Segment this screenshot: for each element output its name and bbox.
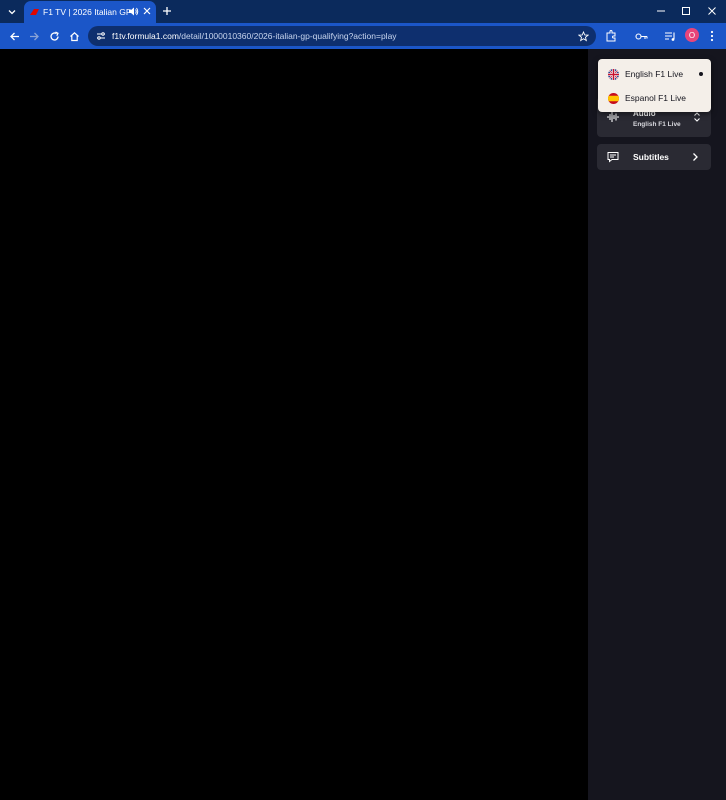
audio-option-english[interactable]: English F1 Live [598, 62, 711, 86]
forward-icon[interactable] [25, 27, 43, 45]
video-player[interactable] [0, 49, 588, 800]
active-tab[interactable]: F1 TV | 2026 Italian GP - Qualifying [24, 1, 156, 23]
uk-flag-icon [608, 68, 619, 80]
tab-search-icon[interactable] [3, 3, 21, 21]
subtitles-setting-button[interactable]: Subtitles [597, 144, 711, 170]
audio-waveform-icon [607, 112, 619, 122]
reload-icon[interactable] [45, 27, 63, 45]
minimize-icon[interactable] [652, 3, 670, 19]
audio-current-track: English F1 Live [633, 121, 681, 128]
tab-strip: F1 TV | 2026 Italian GP - Qualifying [0, 0, 726, 23]
new-tab-icon[interactable] [160, 4, 174, 18]
subtitles-label: Subtitles [633, 152, 669, 162]
audio-option-label: English F1 Live [625, 69, 684, 79]
spain-flag-icon [608, 92, 619, 104]
site-settings-icon[interactable] [93, 28, 109, 44]
player-settings-panel: Audio English F1 Live Subtitles [588, 49, 726, 800]
bookmark-star-icon[interactable] [576, 29, 590, 43]
media-control-icon[interactable] [661, 27, 679, 45]
more-menu-icon[interactable] [703, 27, 721, 45]
audio-option-spanish[interactable]: Espanol F1 Live [598, 86, 711, 110]
back-icon[interactable] [5, 27, 23, 45]
extensions-icon[interactable] [602, 27, 620, 45]
expand-collapse-icon [694, 112, 700, 122]
subtitles-icon [607, 152, 619, 163]
close-window-icon[interactable] [703, 3, 721, 19]
profile-avatar[interactable]: O [685, 28, 699, 42]
f1-favicon-icon [30, 9, 39, 15]
password-key-icon[interactable] [632, 27, 650, 45]
maximize-icon[interactable] [677, 3, 695, 19]
address-bar[interactable]: f1tv.formula1.com/detail/1000010360/2026… [88, 26, 596, 46]
url-text: f1tv.formula1.com/detail/1000010360/2026… [112, 31, 397, 41]
audio-language-menu: English F1 Live Espanol F1 Live [598, 59, 711, 112]
home-icon[interactable] [65, 27, 83, 45]
chevron-right-icon [693, 153, 698, 161]
browser-toolbar: f1tv.formula1.com/detail/1000010360/2026… [0, 23, 726, 49]
audio-option-label: Espanol F1 Live [625, 93, 686, 103]
selected-indicator [699, 72, 703, 76]
speaker-icon[interactable] [128, 6, 139, 17]
tab-title: F1 TV | 2026 Italian GP - Qualifying [43, 7, 131, 17]
close-tab-icon[interactable] [141, 5, 153, 17]
